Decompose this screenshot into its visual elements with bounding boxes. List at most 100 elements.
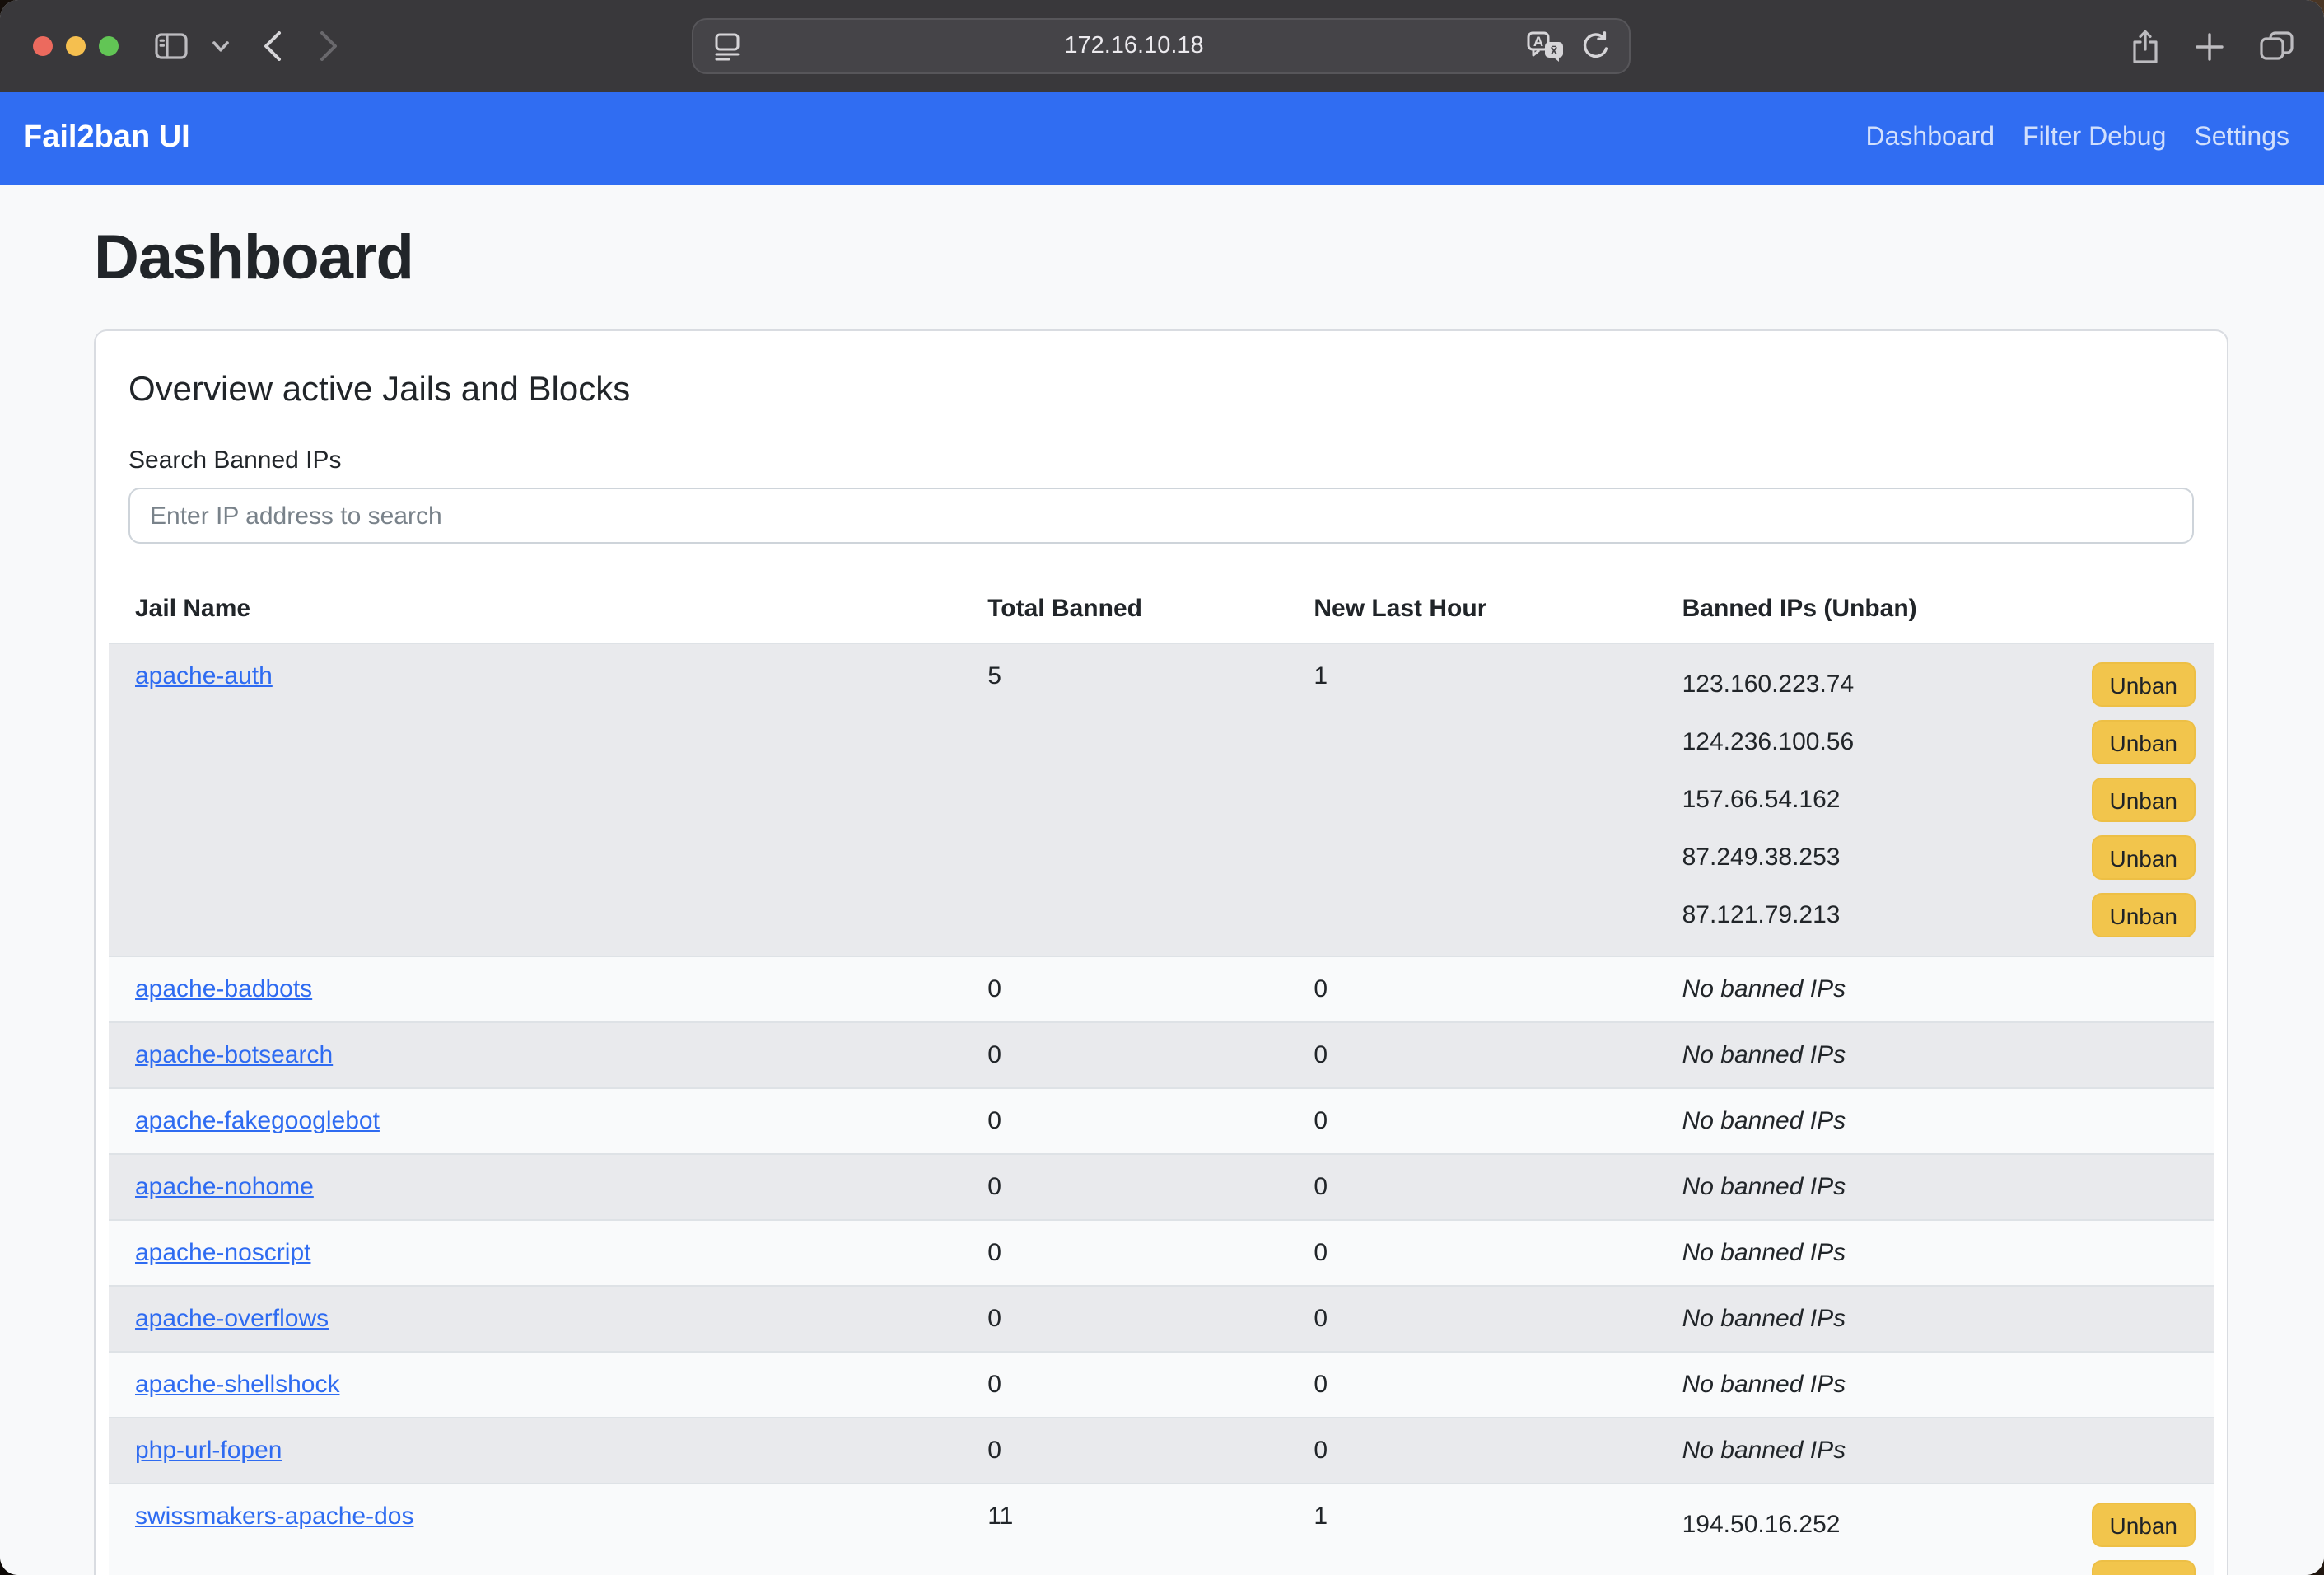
close-window-button[interactable] bbox=[33, 36, 53, 56]
jail-link-apache-overflows[interactable]: apache-overflows bbox=[135, 1305, 329, 1333]
unban-button[interactable]: Unban bbox=[2091, 662, 2196, 707]
banned-ip: 194.50.16.252 bbox=[1682, 1509, 1841, 1540]
browser-window: 172.16.10.18 A x̄ bbox=[0, 0, 2324, 1575]
unban-button[interactable]: Unban bbox=[2091, 778, 2196, 822]
no-banned-ips-text: No banned IPs bbox=[1682, 1371, 1846, 1399]
table-row: swissmakers-apache-dos111194.50.16.252Un… bbox=[109, 1484, 2214, 1575]
table-row: php-url-fopen00No banned IPs bbox=[109, 1418, 2214, 1484]
zoom-window-button[interactable] bbox=[99, 36, 119, 56]
no-banned-ips-text: No banned IPs bbox=[1682, 975, 1846, 1003]
banned-ips-cell: No banned IPs bbox=[1656, 1220, 2214, 1286]
column-header-total-banned: Total Banned bbox=[961, 577, 1287, 643]
translate-icon[interactable]: A x̄ bbox=[1527, 30, 1565, 62]
nav-links: Dashboard Filter Debug Settings bbox=[1866, 124, 2290, 153]
share-icon[interactable] bbox=[2131, 29, 2159, 63]
table-header-row: Jail NameTotal BannedNew Last HourBanned… bbox=[109, 577, 2214, 643]
jail-name-cell: apache-overflows bbox=[109, 1286, 961, 1352]
table-row: apache-badbots 00 No banned IPs bbox=[109, 956, 2214, 1022]
jail-link-apache-botsearch[interactable]: apache-botsearch bbox=[135, 1041, 333, 1069]
page-format-icon[interactable] bbox=[713, 32, 741, 60]
unban-button[interactable]: Unban bbox=[2091, 1503, 2196, 1547]
table-row: apache-overflows 00 No banned IPs bbox=[109, 1286, 2214, 1352]
jail-name-cell: apache-shellshock bbox=[109, 1352, 961, 1418]
nav-link-settings[interactable]: Settings bbox=[2194, 124, 2289, 153]
unban-button[interactable]: Unban bbox=[2091, 893, 2196, 937]
total-banned-cell: 0 bbox=[961, 1088, 1287, 1154]
banned-ips-cell: No banned IPs bbox=[1656, 1088, 2214, 1154]
sidebar-toggle-icon[interactable] bbox=[155, 33, 188, 59]
new-last-hour-cell: 0 bbox=[1287, 1352, 1655, 1418]
jail-link-swissmakers-apache-dos[interactable]: swissmakers-apache-dos bbox=[135, 1503, 413, 1531]
no-banned-ips-text: No banned IPs bbox=[1682, 1107, 1846, 1135]
page-title: Dashboard bbox=[94, 224, 2324, 293]
jail-link-apache-auth[interactable]: apache-auth bbox=[135, 662, 273, 690]
no-banned-ips-text: No banned IPs bbox=[1682, 1305, 1846, 1333]
unban-button[interactable]: Unban bbox=[2091, 720, 2196, 764]
no-banned-ips-text: No banned IPs bbox=[1682, 1239, 1846, 1267]
address-bar[interactable]: 172.16.10.18 A x̄ bbox=[692, 18, 1631, 74]
jails-table: Jail NameTotal BannedNew Last HourBanned… bbox=[109, 577, 2214, 1575]
jail-name-cell: apache-fakegooglebot bbox=[109, 1088, 961, 1154]
back-button[interactable] bbox=[264, 31, 282, 61]
jail-name-cell: apache-botsearch bbox=[109, 1022, 961, 1088]
banned-ip: 124.236.100.56 bbox=[1682, 727, 1855, 758]
new-last-hour-cell: 0 bbox=[1287, 1022, 1655, 1088]
new-last-hour-cell: 0 bbox=[1287, 956, 1655, 1022]
table-row: apache-botsearch 00 No banned IPs bbox=[109, 1022, 2214, 1088]
jail-link-apache-fakegooglebot[interactable]: apache-fakegooglebot bbox=[135, 1107, 380, 1135]
total-banned-cell: 5 bbox=[961, 643, 1287, 956]
banned-ips-cell: No banned IPs bbox=[1656, 1022, 2214, 1088]
total-banned-cell: 0 bbox=[961, 1352, 1287, 1418]
total-banned-cell: 0 bbox=[961, 1220, 1287, 1286]
unban-button[interactable]: Unban bbox=[2091, 1560, 2196, 1575]
total-banned-cell: 0 bbox=[961, 1418, 1287, 1484]
reload-icon[interactable] bbox=[1581, 31, 1609, 61]
column-header-new-last-hour: New Last Hour bbox=[1287, 577, 1655, 643]
forward-button[interactable] bbox=[320, 31, 338, 61]
unban-button[interactable]: Unban bbox=[2091, 835, 2196, 880]
jail-name-cell: apache-auth bbox=[109, 643, 961, 956]
search-input[interactable] bbox=[128, 488, 2194, 544]
page-content: Dashboard Overview active Jails and Bloc… bbox=[0, 224, 2324, 1575]
new-tab-icon[interactable] bbox=[2196, 32, 2224, 60]
new-last-hour-cell: 1 bbox=[1287, 643, 1655, 956]
overview-card: Overview active Jails and Blocks Search … bbox=[94, 329, 2228, 1575]
total-banned-cell: 0 bbox=[961, 956, 1287, 1022]
new-last-hour-cell: 0 bbox=[1287, 1418, 1655, 1484]
jail-link-apache-badbots[interactable]: apache-badbots bbox=[135, 975, 312, 1003]
chevron-down-icon[interactable] bbox=[212, 40, 229, 52]
banned-ip: 87.249.38.253 bbox=[1682, 842, 1841, 873]
tab-overview-icon[interactable] bbox=[2260, 31, 2294, 61]
jail-name-cell: apache-badbots bbox=[109, 956, 961, 1022]
total-banned-cell: 11 bbox=[961, 1484, 1287, 1575]
banned-ip: 123.160.223.74 bbox=[1682, 669, 1855, 700]
new-last-hour-cell: 0 bbox=[1287, 1154, 1655, 1220]
banned-ips-cell: No banned IPs bbox=[1656, 1286, 2214, 1352]
column-header-banned-ips-unban-: Banned IPs (Unban) bbox=[1656, 577, 2214, 643]
jail-name-cell: apache-nohome bbox=[109, 1154, 961, 1220]
search-label: Search Banned IPs bbox=[128, 446, 2194, 474]
nav-link-filter-debug[interactable]: Filter Debug bbox=[2023, 124, 2166, 153]
jail-link-apache-noscript[interactable]: apache-noscript bbox=[135, 1239, 310, 1267]
nav-link-dashboard[interactable]: Dashboard bbox=[1866, 124, 1995, 153]
banned-ips-cell: No banned IPs bbox=[1656, 956, 2214, 1022]
jail-link-apache-nohome[interactable]: apache-nohome bbox=[135, 1173, 314, 1201]
jail-link-apache-shellshock[interactable]: apache-shellshock bbox=[135, 1371, 340, 1399]
total-banned-cell: 0 bbox=[961, 1286, 1287, 1352]
no-banned-ips-text: No banned IPs bbox=[1682, 1173, 1846, 1201]
jail-name-cell: php-url-fopen bbox=[109, 1418, 961, 1484]
column-header-jail-name: Jail Name bbox=[109, 577, 961, 643]
no-banned-ips-text: No banned IPs bbox=[1682, 1041, 1846, 1069]
jail-link-php-url-fopen[interactable]: php-url-fopen bbox=[135, 1437, 282, 1465]
total-banned-cell: 0 bbox=[961, 1022, 1287, 1088]
url-text[interactable]: 172.16.10.18 bbox=[741, 33, 1527, 59]
brand-link[interactable]: Fail2ban UI bbox=[23, 120, 190, 157]
new-last-hour-cell: 0 bbox=[1287, 1088, 1655, 1154]
new-last-hour-cell: 0 bbox=[1287, 1286, 1655, 1352]
svg-text:x̄: x̄ bbox=[1551, 43, 1558, 57]
banned-ip: 87.121.79.213 bbox=[1682, 900, 1841, 931]
table-row: apache-noscript00No banned IPs bbox=[109, 1220, 2214, 1286]
minimize-window-button[interactable] bbox=[66, 36, 86, 56]
banned-ips-cell: 194.50.16.252 Unban Unban bbox=[1656, 1484, 2214, 1575]
table-row: apache-nohome00No banned IPs bbox=[109, 1154, 2214, 1220]
